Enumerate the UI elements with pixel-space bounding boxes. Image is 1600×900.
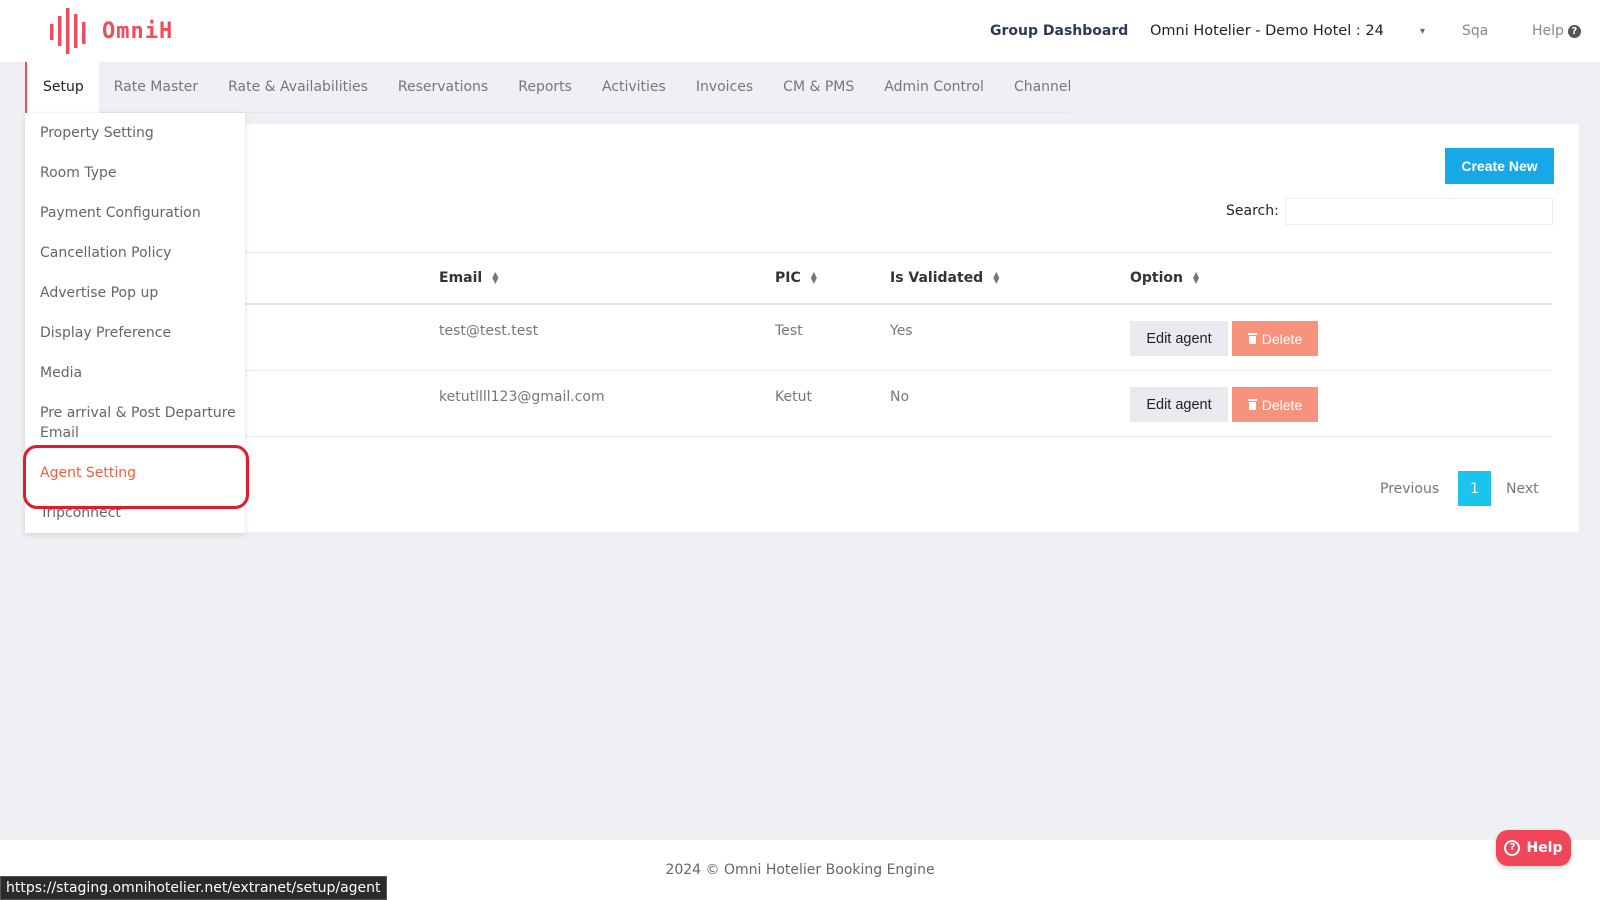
nav-item-reports[interactable]: Reports — [503, 62, 587, 113]
status-bar-url: https://staging.omnihotelier.net/extrane… — [0, 876, 387, 900]
pagination-page-1[interactable]: 1 — [1458, 471, 1491, 506]
delete-label: Delete — [1261, 330, 1303, 347]
sort-icon: ▲ ▼ — [993, 270, 1000, 285]
menu-item-property-setting[interactable]: Property Setting — [40, 123, 240, 143]
cell-pic: Test — [775, 323, 803, 339]
delete-button[interactable]: Delete — [1232, 387, 1318, 422]
column-header-label: Is Validated — [890, 270, 984, 286]
delete-label: Delete — [1261, 396, 1303, 413]
table-header: Email ▲ ▼ PIC ▲ ▼ Is Validated ▲ ▼ Option ▲… — [245, 253, 1552, 305]
logo-text: OmniH — [102, 18, 174, 44]
edit-agent-button[interactable]: Edit agent — [1130, 321, 1228, 356]
nav-item-activities[interactable]: Activities — [587, 62, 681, 113]
column-header-pic[interactable]: PIC ▲ ▼ — [775, 253, 817, 303]
trash-icon — [1247, 333, 1257, 344]
cell-is-validated: No — [890, 389, 910, 405]
hotel-selector[interactable]: Omni Hotelier - Demo Hotel : 24 — [1150, 0, 1384, 62]
menu-item-display-preference[interactable]: Display Preference — [40, 323, 240, 343]
column-header-is-validated[interactable]: Is Validated ▲ ▼ — [890, 253, 999, 303]
nav-item-rate-availabilities[interactable]: Rate & Availabilities — [213, 62, 383, 113]
agent-setting-highlight-ring — [23, 445, 249, 509]
column-header-label: PIC — [775, 270, 801, 286]
agent-list-card: Create New Search: Email ▲ ▼ PIC ▲ ▼ Is Va… — [245, 124, 1579, 532]
cell-pic: Ketut — [775, 389, 812, 405]
agent-table: Email ▲ ▼ PIC ▲ ▼ Is Validated ▲ ▼ Option ▲… — [245, 252, 1552, 437]
column-header-option[interactable]: Option ▲ ▼ — [1130, 253, 1199, 303]
nav-item-rate-master[interactable]: Rate Master — [99, 62, 213, 113]
question-circle-icon: ? — [1504, 840, 1521, 856]
menu-item-pre-arrival-post-departure-email[interactable]: Pre arrival & Post Departure Email — [40, 403, 240, 443]
user-menu[interactable]: Sqa — [1462, 0, 1488, 62]
question-circle-icon: ? — [1567, 24, 1581, 38]
table-row: test@test.test Test Yes Edit agent Delet… — [245, 305, 1552, 371]
help-link-label: Help — [1532, 23, 1564, 39]
nav-item-setup[interactable]: Setup — [25, 61, 99, 113]
main-nav: Setup Rate Master Rate & Availabilities … — [25, 61, 1071, 113]
nav-item-channel[interactable]: Channel — [999, 62, 1086, 113]
cell-email: ketutllll123@gmail.com — [439, 389, 605, 405]
trash-icon — [1247, 399, 1257, 410]
column-header-label: Email — [439, 270, 483, 286]
menu-item-cancellation-policy[interactable]: Cancellation Policy — [40, 243, 240, 263]
floating-help-button[interactable]: ? Help — [1496, 830, 1571, 866]
group-dashboard-link[interactable]: Group Dashboard — [990, 0, 1128, 62]
nav-item-cm-pms[interactable]: CM & PMS — [768, 62, 869, 113]
nav-item-reservations[interactable]: Reservations — [383, 62, 503, 113]
cell-is-validated: Yes — [890, 323, 913, 339]
menu-item-room-type[interactable]: Room Type — [40, 163, 240, 183]
cell-email: test@test.test — [439, 323, 539, 339]
menu-item-advertise-pop-up[interactable]: Advertise Pop up — [40, 283, 240, 303]
logo-bars-icon — [50, 8, 86, 54]
floating-help-label: Help — [1526, 840, 1563, 856]
chevron-down-icon[interactable]: ▾ — [1420, 0, 1425, 62]
menu-item-media[interactable]: Media — [40, 363, 240, 383]
nav-item-admin-control[interactable]: Admin Control — [869, 62, 999, 113]
column-header-email[interactable]: Email ▲ ▼ — [439, 253, 498, 303]
menu-item-payment-configuration[interactable]: Payment Configuration — [40, 203, 240, 223]
sort-icon: ▲ ▼ — [810, 270, 817, 285]
create-new-button[interactable]: Create New — [1445, 148, 1554, 184]
delete-button[interactable]: Delete — [1232, 321, 1318, 356]
edit-agent-button[interactable]: Edit agent — [1130, 387, 1228, 422]
top-header: OmniH Group Dashboard Omni Hotelier - De… — [0, 0, 1600, 62]
nav-item-invoices[interactable]: Invoices — [681, 62, 768, 113]
sort-icon: ▲ ▼ — [1193, 270, 1200, 285]
pagination-previous[interactable]: Previous — [1380, 471, 1439, 506]
column-header-label: Option — [1130, 270, 1183, 286]
help-link[interactable]: Help ? — [1532, 0, 1581, 62]
search-input[interactable] — [1285, 198, 1553, 225]
omnih-logo[interactable]: OmniH — [48, 6, 173, 56]
sort-icon: ▲ ▼ — [492, 270, 499, 285]
search-label: Search: — [1226, 203, 1279, 219]
pagination-next[interactable]: Next — [1506, 471, 1539, 506]
table-row: ketutllll123@gmail.com Ketut No Edit age… — [245, 371, 1552, 437]
